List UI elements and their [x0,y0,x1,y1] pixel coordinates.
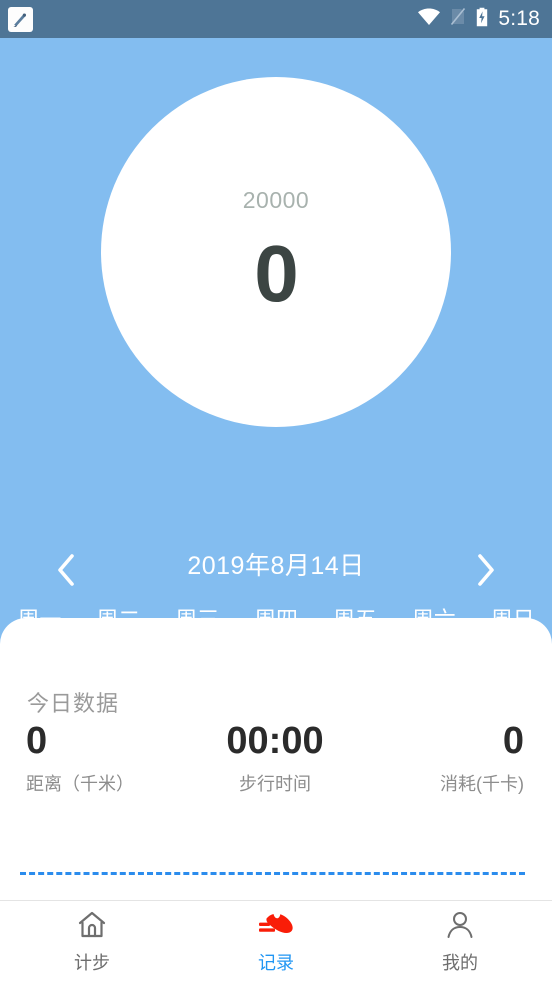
bottom-navigation: 计步 记录 我的 [0,900,552,981]
app-root: 5:18 20000 0 2019年8月14日 周一 周二 周三 周四 周五 周… [0,0,552,981]
today-data-card: 今日数据 0 距离（千米） 00:00 步行时间 0 消耗(千卡) [0,618,552,900]
status-bar-left [8,6,33,32]
app-notification-icon [8,6,33,32]
sim-off-icon [450,7,466,31]
nav-item-profile[interactable]: 我的 [368,908,552,975]
status-bar-right: 5:18 [417,7,540,32]
wifi-icon [417,7,441,31]
battery-charging-icon [475,7,489,32]
next-day-chevron-icon[interactable] [474,553,496,586]
stat-calories-label: 消耗(千卡) [440,773,524,794]
prev-day-chevron-icon[interactable] [56,553,78,586]
person-icon [444,908,476,942]
stat-distance: 0 距离（千米） [0,720,192,796]
status-bar-clock: 5:18 [498,7,540,30]
step-goal-value: 20000 [242,187,310,213]
nav-item-profile-label: 我的 [442,952,478,973]
nav-item-record[interactable]: 记录 [184,908,368,975]
nav-item-pedometer[interactable]: 计步 [0,908,184,975]
home-icon [76,908,108,942]
current-date-label[interactable]: 2019年8月14日 [187,546,364,582]
today-stats-row: 0 距离（千米） 00:00 步行时间 0 消耗(千卡) [0,720,552,796]
today-data-title: 今日数据 [27,691,120,716]
step-count-value: 0 [254,229,298,318]
stat-calories-value: 0 [502,720,524,762]
stat-walk-time-value: 00:00 [226,720,324,762]
stat-distance-label: 距离（千米） [26,773,134,794]
status-bar: 5:18 [0,0,552,38]
stat-calories: 0 消耗(千卡) [358,720,552,796]
stat-walk-time-label: 步行时间 [239,773,311,794]
date-navigation: 2019年8月14日 [0,538,552,590]
nav-item-pedometer-label: 计步 [74,952,110,973]
stat-walk-time: 00:00 步行时间 [192,720,358,796]
stat-distance-value: 0 [26,720,48,762]
nav-item-record-label: 记录 [258,952,294,973]
shoe-icon [256,908,296,942]
dashed-divider [20,872,525,875]
step-progress-circle[interactable]: 20000 0 [101,77,451,427]
